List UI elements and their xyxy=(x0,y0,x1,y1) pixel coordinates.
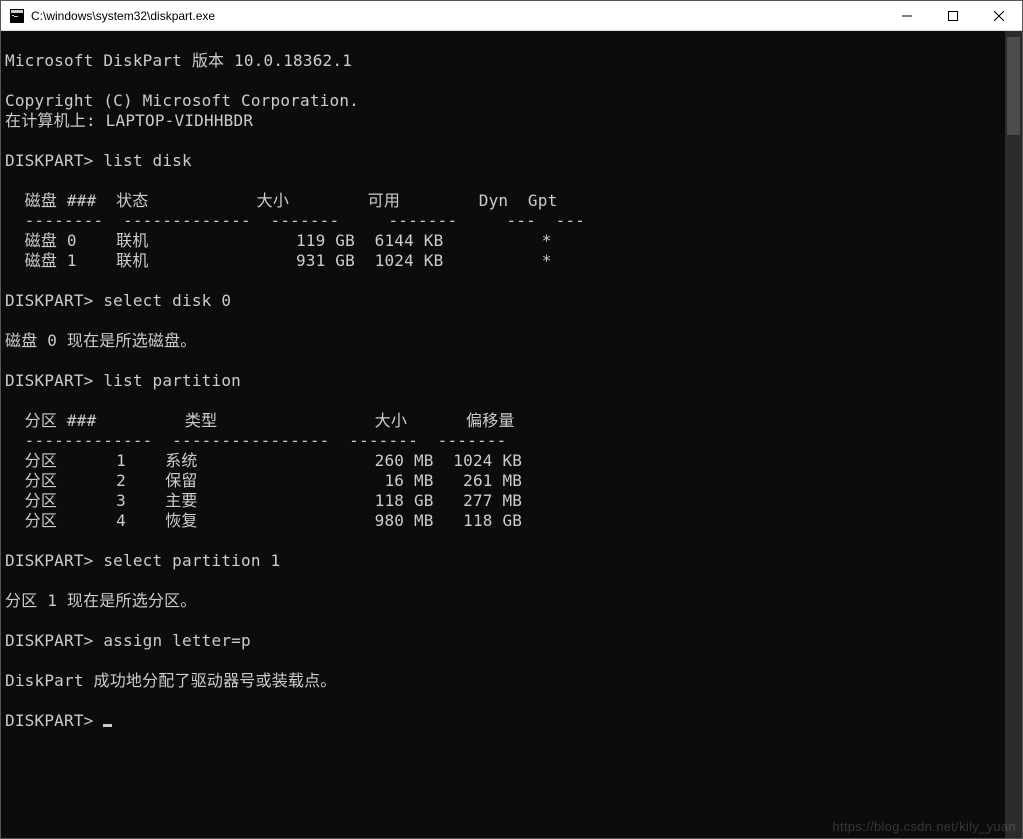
terminal-area: Microsoft DiskPart 版本 10.0.18362.1 Copyr… xyxy=(1,31,1022,838)
window-title: C:\windows\system32\diskpart.exe xyxy=(31,9,884,23)
close-button[interactable] xyxy=(976,1,1022,30)
app-window: C:\windows\system32\diskpart.exe Microso… xyxy=(0,0,1023,839)
titlebar[interactable]: C:\windows\system32\diskpart.exe xyxy=(1,1,1022,31)
maximize-button[interactable] xyxy=(930,1,976,30)
terminal-output[interactable]: Microsoft DiskPart 版本 10.0.18362.1 Copyr… xyxy=(1,31,1005,838)
scrollbar-thumb[interactable] xyxy=(1007,37,1020,135)
window-controls xyxy=(884,1,1022,30)
scrollbar[interactable] xyxy=(1005,31,1022,838)
cursor xyxy=(103,724,112,727)
minimize-button[interactable] xyxy=(884,1,930,30)
app-icon xyxy=(9,8,25,24)
